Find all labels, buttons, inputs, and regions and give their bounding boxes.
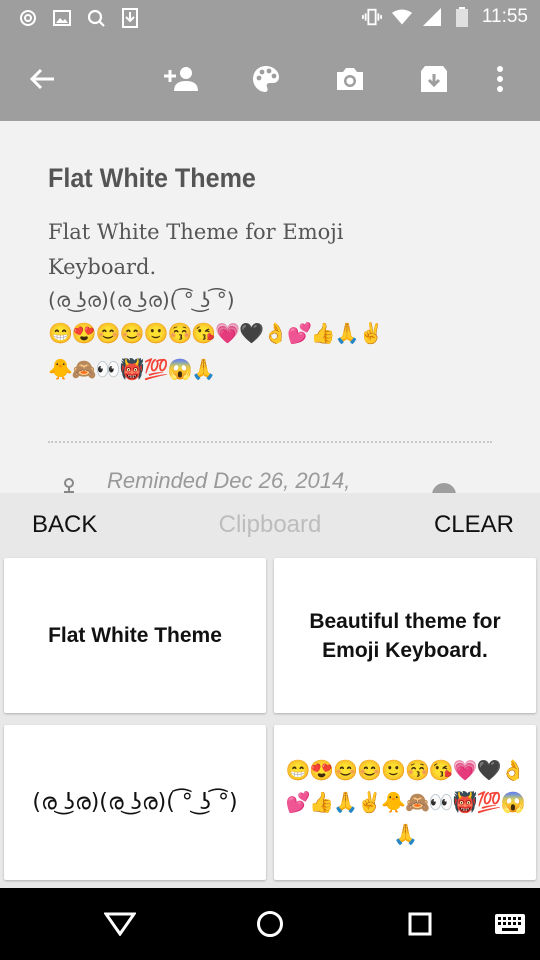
clear-button[interactable]: CLEAR [434, 511, 514, 539]
search-icon [86, 8, 106, 28]
clipboard-item[interactable]: 😁😍😊😊🙂😚😘💗🖤👌💕👍🙏✌🐥🙈👀👹💯😱🙏 [274, 725, 536, 880]
note-content: Flat White Theme Flat White Theme for Em… [0, 121, 540, 493]
clipboard-item-text: Flat White Theme [48, 624, 222, 647]
at-sign-icon [18, 8, 38, 28]
palette-icon[interactable] [246, 59, 286, 99]
clipboard-item-text: Beautiful theme for Emoji Keyboard. [309, 609, 501, 662]
camera-icon[interactable] [330, 59, 370, 99]
clipboard-item-text: (ര ͜ʖര)(ര ͜ʖര)( ͡° ͜ʖ ͡°) [32, 790, 238, 815]
note-body[interactable]: Flat White Theme for Emoji Keyboard. (ര … [48, 215, 468, 387]
divider [48, 441, 492, 443]
clipboard-panel: BACK Clipboard CLEAR Flat White Theme Be… [0, 493, 540, 888]
add-person-icon[interactable] [162, 59, 202, 99]
clipboard-header: BACK Clipboard CLEAR [0, 493, 540, 555]
note-kaomoji: (ര ͜ʖര)(ര ͜ʖര)( ͡° ͜ʖ ͡°) [48, 288, 235, 312]
nav-bar [0, 888, 540, 960]
wifi-icon [391, 7, 412, 27]
vibrate-icon [361, 7, 382, 27]
home-circle-icon[interactable] [250, 904, 290, 944]
clipboard-item[interactable]: (ര ͜ʖര)(ര ͜ʖര)( ͡° ͜ʖ ͡°) [4, 725, 266, 880]
reminder-text[interactable]: Reminded Dec 26, 2014, [107, 468, 350, 493]
battery-icon [452, 7, 472, 27]
note-title[interactable]: Flat White Theme [48, 163, 256, 194]
note-emoji-line: 🐥🙈👀👹💯😱🙏 [48, 357, 216, 381]
note-toolbar [0, 37, 540, 121]
note-body-line: Keyboard. [48, 255, 157, 279]
close-icon[interactable] [432, 483, 456, 493]
note-emoji-line: 😁😍😊😊🙂😚😘💗🖤👌💕👍🙏✌ [48, 321, 384, 345]
more-vert-icon[interactable] [480, 59, 520, 99]
clipboard-item[interactable]: Flat White Theme [4, 558, 266, 713]
download-icon [120, 8, 140, 28]
signal-icon [422, 7, 442, 27]
clipboard-item[interactable]: Beautiful theme for Emoji Keyboard. [274, 558, 536, 713]
back-triangle-icon[interactable] [100, 904, 140, 944]
keyboard-icon[interactable] [490, 904, 530, 944]
reminder-icon [58, 477, 80, 493]
note-body-line: Flat White Theme for Emoji [48, 220, 344, 244]
status-time: 11:55 [481, 6, 528, 27]
archive-icon[interactable] [414, 59, 454, 99]
recents-square-icon[interactable] [400, 904, 440, 944]
status-bar: 11:55 [0, 0, 540, 37]
clipboard-item-text: 😁😍😊😊🙂😚😘💗🖤👌💕👍🙏✌🐥🙈👀👹💯😱🙏 [285, 759, 525, 846]
back-arrow-icon[interactable] [22, 59, 62, 99]
image-icon [52, 8, 72, 28]
